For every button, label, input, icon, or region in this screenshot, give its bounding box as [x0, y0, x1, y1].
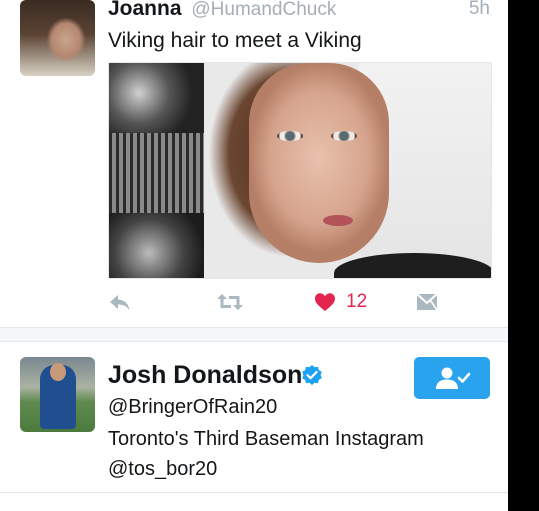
timeline: Joanna @HumandChuck 5h Viking hair to me…	[0, 0, 508, 511]
section-divider	[0, 327, 508, 342]
tweet-timestamp: 5h	[468, 0, 490, 19]
user-bio-link[interactable]: @tos_bor20	[108, 454, 498, 484]
verified-badge-icon	[302, 365, 322, 385]
user-avatar[interactable]	[20, 357, 95, 432]
tweet-author-handle[interactable]: @HumandChuck	[191, 0, 336, 20]
direct-message-icon	[416, 293, 438, 311]
user-name[interactable]: Josh Donaldson	[108, 359, 302, 391]
following-button[interactable]	[414, 357, 490, 399]
reply-button[interactable]	[108, 288, 132, 316]
retweet-icon	[217, 294, 243, 310]
tweet-text: Viking hair to meet a Viking	[108, 29, 362, 52]
reply-icon	[110, 295, 130, 310]
retweet-button[interactable]	[216, 288, 244, 316]
tweet-author-name[interactable]: Joanna	[108, 0, 182, 20]
direct-message-button[interactable]	[416, 288, 438, 316]
user-handle[interactable]: @BringerOfRain20	[108, 394, 277, 420]
row-divider	[0, 492, 508, 493]
tweet-author-avatar[interactable]	[20, 0, 95, 76]
tweet-header: Joanna @HumandChuck 5h	[108, 0, 492, 22]
tweet-photo[interactable]	[108, 62, 492, 279]
heart-icon	[315, 293, 335, 311]
like-button[interactable]: 12	[314, 288, 367, 316]
user-bio-line: Toronto's Third Baseman Instagram	[108, 428, 424, 450]
following-person-check-icon	[436, 367, 471, 389]
user-bio: Toronto's Third Baseman Instagram @tos_b…	[108, 424, 498, 484]
like-count: 12	[346, 291, 368, 312]
